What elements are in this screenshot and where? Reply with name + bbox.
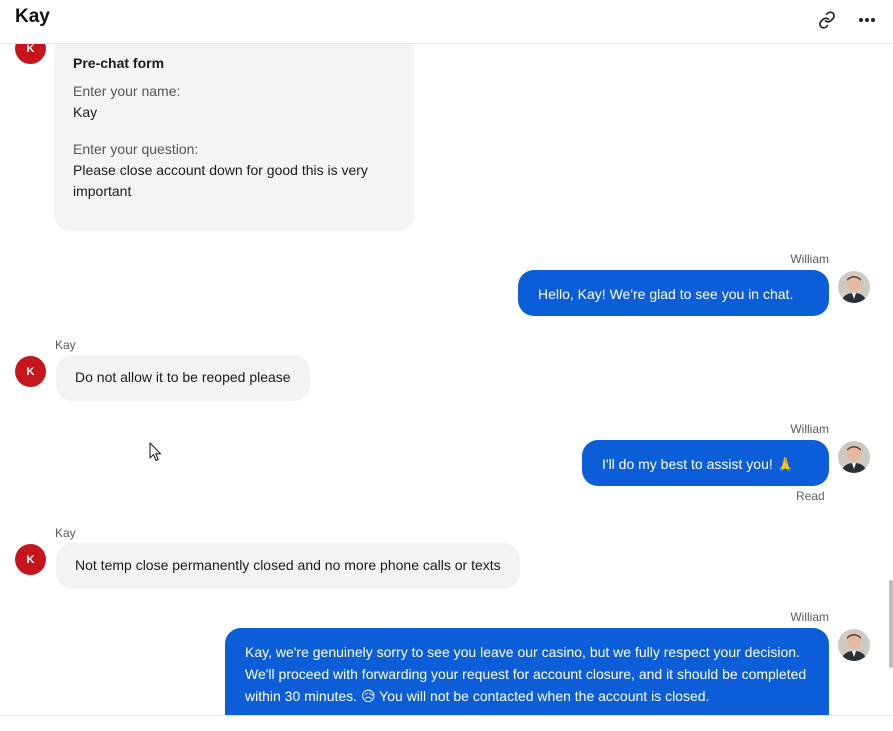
chat-header: Kay xyxy=(0,0,893,44)
sender-name: Kay xyxy=(55,526,76,540)
customer-avatar: K xyxy=(15,44,46,64)
composer-divider xyxy=(0,715,893,716)
customer-message: Do not allow it to be reoped please xyxy=(56,355,310,401)
sender-name: William xyxy=(790,610,829,624)
customer-avatar: K xyxy=(15,356,46,387)
read-status: Read xyxy=(796,489,825,503)
agent-avatar xyxy=(838,271,870,303)
scrollbar-thumb[interactable] xyxy=(889,580,893,668)
customer-avatar: K xyxy=(15,544,46,575)
sender-name: Kay xyxy=(55,338,76,352)
prechat-question-value: Please close account down for good this … xyxy=(73,162,368,199)
chat-title: Kay xyxy=(15,6,50,27)
link-icon[interactable] xyxy=(814,7,840,33)
agent-avatar xyxy=(838,441,870,473)
sender-name: William xyxy=(790,252,829,266)
prechat-question-label: Enter your question: xyxy=(73,141,199,157)
mouse-cursor-icon xyxy=(149,442,162,462)
chat-transcript[interactable]: K Pre-chat form Enter your name: Kay Ent… xyxy=(0,44,893,715)
agent-message: I'll do my best to assist you! 🙏 xyxy=(582,440,829,486)
prechat-title: Pre-chat form xyxy=(73,55,165,71)
prechat-name-label: Enter your name: xyxy=(73,83,181,99)
customer-message: Not temp close permanently closed and no… xyxy=(56,543,520,589)
agent-message: Kay, we're genuinely sorry to see you le… xyxy=(225,628,829,715)
agent-avatar xyxy=(838,629,870,661)
prechat-name-value: Kay xyxy=(73,104,98,120)
prechat-form-card: Pre-chat form Enter your name: Kay Enter… xyxy=(54,44,414,231)
sender-name: William xyxy=(790,422,829,436)
more-options-icon[interactable] xyxy=(854,7,880,33)
agent-message: Hello, Kay! We're glad to see you in cha… xyxy=(518,270,829,316)
